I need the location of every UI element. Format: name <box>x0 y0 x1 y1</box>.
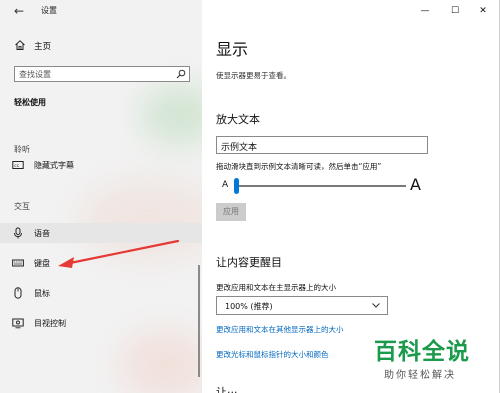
scale-label: 更改应用和文本在主显示器上的大小 <box>216 283 336 292</box>
sidebar-tint <box>120 330 202 393</box>
section-heading-partial: 让··· <box>216 386 238 393</box>
sidebar-tint <box>80 180 202 260</box>
section-heading-enlarge-text: 放大文本 <box>216 113 260 126</box>
sidebar-item-label: 目视控制 <box>34 319 66 328</box>
slider-max-label: A <box>410 175 421 194</box>
sidebar-item-speech[interactable]: 语音 <box>0 223 202 243</box>
sidebar-item-label: 主页 <box>34 42 52 52</box>
microphone-icon <box>14 227 22 239</box>
scale-dropdown-value: 100% (推荐) <box>225 302 273 311</box>
link-other-displays[interactable]: 更改应用和文本在其他显示器上的大小 <box>216 324 344 335</box>
sidebar: ← 设置 主页 查找设置 轻松使用 聆听 cc 隐藏式字幕 交互 语音 键盘 鼠… <box>0 0 202 393</box>
section-heading-make-bigger: 让内容更醒目 <box>216 256 282 269</box>
scale-dropdown[interactable]: 100% (推荐) <box>216 296 388 315</box>
eye-control-icon <box>12 318 24 329</box>
sidebar-group-hearing: 聆听 <box>14 145 30 154</box>
watermark-subtitle: 助你轻松解决 <box>384 370 456 381</box>
mouse-icon <box>14 287 22 299</box>
back-arrow-icon[interactable]: ← <box>12 4 26 18</box>
sidebar-group-interaction: 交互 <box>14 202 30 211</box>
sidebar-item-label: 键盘 <box>34 259 50 268</box>
sidebar-item-mouse[interactable]: 鼠标 <box>0 283 202 303</box>
settings-window: ← 设置 主页 查找设置 轻松使用 聆听 cc 隐藏式字幕 交互 语音 键盘 鼠… <box>0 0 500 393</box>
sidebar-item-label: 鼠标 <box>34 289 50 298</box>
slider-hint: 拖动滑块直到示例文本清晰可读，然后单击“应用” <box>216 162 382 171</box>
page-title: 显示 <box>216 40 249 59</box>
apply-button[interactable]: 应用 <box>216 203 246 221</box>
svg-text:cc: cc <box>14 164 20 169</box>
sidebar-item-home[interactable]: 主页 <box>0 36 202 56</box>
sidebar-section-title: 轻松使用 <box>14 98 46 107</box>
slider-min-label: A <box>222 180 229 190</box>
sidebar-item-label: 隐藏式字幕 <box>34 161 74 170</box>
window-title: 设置 <box>41 6 57 15</box>
sidebar-item-closed-captions[interactable]: cc 隐藏式字幕 <box>0 155 202 175</box>
sidebar-item-eye-control[interactable]: 目视控制 <box>0 313 202 333</box>
search-placeholder: 查找设置 <box>19 70 51 79</box>
titlebar-left: ← 设置 <box>0 0 202 22</box>
link-cursor-pointer[interactable]: 更改光标和鼠标指针的大小和颜色 <box>216 349 329 360</box>
sidebar-scrollbar[interactable] <box>198 265 200 377</box>
watermark: 百科全说 助你轻松解决 <box>374 332 496 388</box>
sidebar-tint <box>140 85 202 145</box>
closed-caption-icon: cc <box>12 161 24 169</box>
watermark-title: 百科全说 <box>374 339 470 365</box>
keyboard-icon <box>12 259 24 267</box>
home-icon <box>15 40 25 50</box>
search-icon[interactable] <box>176 69 186 79</box>
sidebar-item-keyboard[interactable]: 键盘 <box>0 253 202 273</box>
slider-thumb[interactable] <box>234 178 239 194</box>
page-description: 使显示器更易于查看。 <box>216 71 291 80</box>
chevron-down-icon <box>372 303 380 308</box>
sample-text-value: 示例文本 <box>221 143 258 153</box>
sample-text-field[interactable]: 示例文本 <box>216 136 428 154</box>
slider-track[interactable] <box>236 185 406 187</box>
search-input[interactable]: 查找设置 <box>14 66 190 82</box>
text-size-slider[interactable]: A A <box>216 175 426 196</box>
sidebar-item-label: 语音 <box>34 229 50 238</box>
